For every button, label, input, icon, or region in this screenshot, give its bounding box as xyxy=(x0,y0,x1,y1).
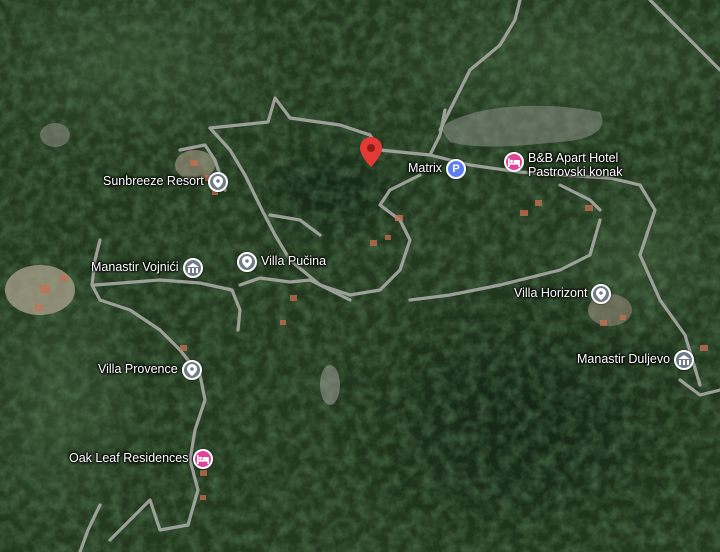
poi-label: Villa Horizont xyxy=(514,286,588,301)
poi-label: Sunbreeze Resort xyxy=(103,174,204,189)
poi-oak-leaf-residences[interactable]: Oak Leaf Residences xyxy=(69,449,213,469)
poi-bb-apart-hotel[interactable]: B&B Apart Hotel Pastrovski konak xyxy=(504,151,623,180)
poi-label: Villa Pučina xyxy=(261,254,327,269)
poi-villa-horizont[interactable]: Villa Horizont xyxy=(514,284,612,304)
hotel-bed-icon xyxy=(192,449,213,469)
poi-matrix-parking[interactable]: Matrix P xyxy=(408,159,467,179)
poi-label-line1: B&B Apart Hotel xyxy=(528,151,619,165)
poi-manastir-vojnici[interactable]: Manastir Vojnići xyxy=(91,258,203,278)
parking-icon: P xyxy=(446,159,467,179)
poi-villa-pucina[interactable]: Villa Pučina xyxy=(237,252,326,272)
hotel-bed-icon xyxy=(504,152,524,172)
poi-manastir-duljevo[interactable]: Manastir Duljevo xyxy=(577,350,695,370)
monastery-icon xyxy=(182,258,203,278)
monastery-icon xyxy=(674,350,695,370)
poi-sunbreeze-resort[interactable]: Sunbreeze Resort xyxy=(103,172,228,192)
poi-label: Manastir Duljevo xyxy=(577,352,671,367)
pin-icon xyxy=(237,252,257,272)
poi-label: Manastir Vojnići xyxy=(91,260,179,275)
poi-villa-provence[interactable]: Villa Provence xyxy=(98,360,202,380)
poi-label-line2: Pastrovski konak xyxy=(528,164,623,179)
poi-label-group: B&B Apart Hotel Pastrovski konak xyxy=(528,151,623,180)
red-location-pin-icon xyxy=(360,137,382,167)
poi-label: Matrix xyxy=(408,161,443,176)
pin-icon xyxy=(591,284,612,304)
pin-icon xyxy=(207,172,228,192)
map-view[interactable]: Sunbreeze Resort Manastir Vojnići Villa … xyxy=(0,0,720,552)
poi-label: Villa Provence xyxy=(98,362,178,377)
dropped-location-pin[interactable] xyxy=(360,137,382,172)
pin-icon xyxy=(181,360,202,380)
poi-label: Oak Leaf Residences xyxy=(69,451,189,466)
